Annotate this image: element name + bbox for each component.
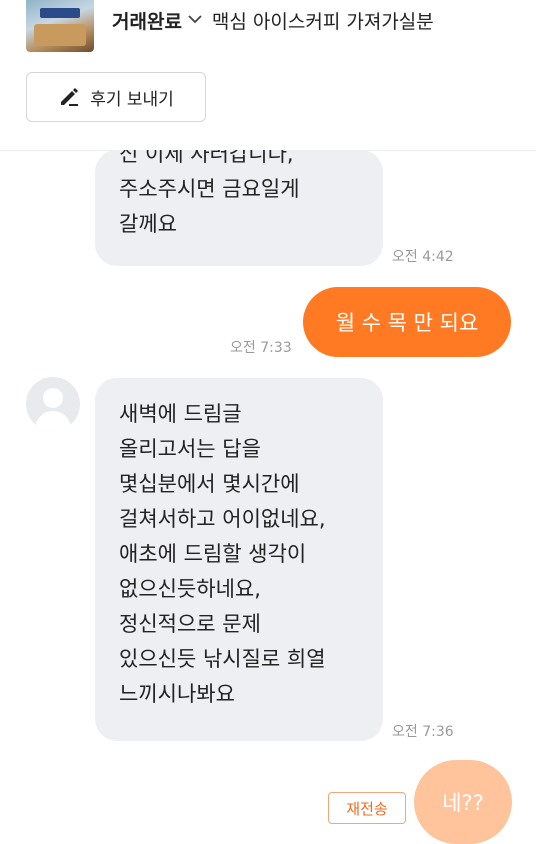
avatar-body	[35, 411, 71, 431]
chevron-down-icon[interactable]	[188, 12, 202, 28]
product-thumbnail-box	[34, 24, 86, 46]
message-line: 신 이제 사러갑니다,	[119, 150, 294, 166]
product-thumbnail[interactable]	[26, 0, 94, 52]
resend-label: 재전송	[346, 799, 388, 818]
message-line: 새벽에 드림글	[119, 402, 242, 426]
message-text: 네??	[442, 791, 484, 815]
received-message-bubble[interactable]: 신 이제 사러갑니다, 주소주시면 금요일게 갈께요	[95, 150, 383, 266]
pencil-icon	[61, 88, 79, 106]
message-line: 몇십분에서 몇시간에	[119, 472, 300, 496]
message-line: 갈께요	[119, 212, 177, 236]
trade-status[interactable]: 거래완료	[112, 7, 182, 34]
resend-button[interactable]: 재전송	[328, 792, 406, 824]
message-time: 오전 4:42	[392, 249, 454, 265]
avatar[interactable]	[26, 377, 80, 431]
chat-header: 거래완료 맥심 아이스커피 가져가실분 후기 보내기	[0, 0, 536, 151]
received-message-bubble[interactable]: 새벽에 드림글 올리고서는 답을 몇십분에서 몇시간에 걸쳐서하고 어이없네요,…	[95, 378, 383, 741]
send-review-label: 후기 보내기	[90, 89, 174, 110]
message-line: 올리고서는 답을	[119, 437, 261, 461]
message-line: 느끼시나봐요	[119, 682, 235, 706]
avatar-head	[43, 388, 63, 408]
send-review-button[interactable]: 후기 보내기	[26, 72, 206, 122]
product-title[interactable]: 맥심 아이스커피 가져가실분	[212, 7, 434, 34]
message-line: 걸쳐서하고 어이없네요,	[119, 507, 326, 531]
message-line: 주소주시면 금요일게	[119, 177, 300, 201]
message-text: 월 수 목 만 되요	[335, 311, 479, 335]
message-line: 없으신듯하네요,	[119, 577, 261, 601]
message-time: 오전 7:33	[230, 340, 292, 356]
product-thumbnail-label	[40, 8, 80, 18]
sent-message-bubble[interactable]: 월 수 목 만 되요	[303, 287, 511, 357]
message-line: 정신적으로 문제	[119, 612, 261, 636]
sent-message-bubble-pending[interactable]: 네??	[414, 760, 512, 844]
message-time: 오전 7:36	[392, 724, 454, 740]
message-line: 애초에 드림할 생각이	[119, 542, 307, 566]
trade-status-line: 거래완료 맥심 아이스커피 가져가실분	[112, 4, 434, 36]
message-line: 있으신듯 낚시질로 희열	[119, 647, 326, 671]
